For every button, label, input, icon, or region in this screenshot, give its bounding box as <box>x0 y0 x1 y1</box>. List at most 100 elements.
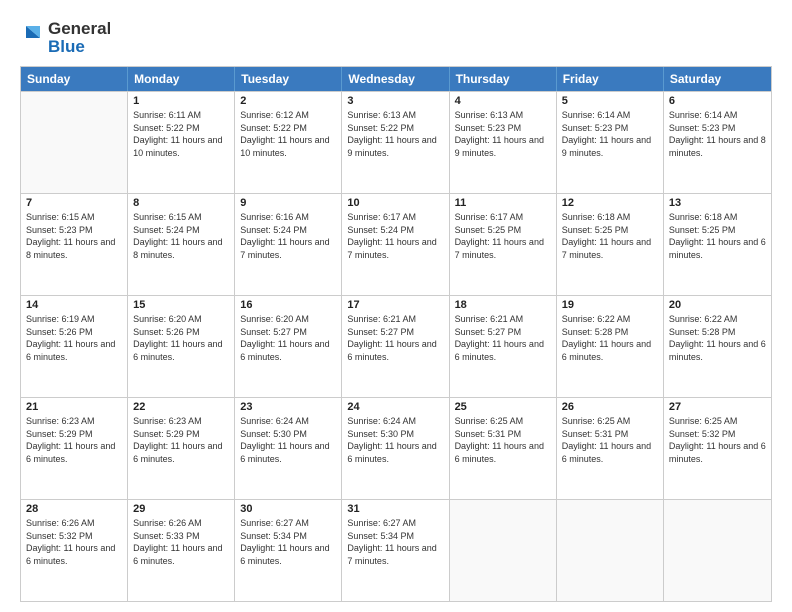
calendar-cell: 15 Sunrise: 6:20 AM Sunset: 5:26 PM Dayli… <box>128 296 235 397</box>
calendar-week: 21 Sunrise: 6:23 AM Sunset: 5:29 PM Dayli… <box>21 397 771 499</box>
calendar-cell: 2 Sunrise: 6:12 AM Sunset: 5:22 PM Daylig… <box>235 92 342 193</box>
calendar-cell: 24 Sunrise: 6:24 AM Sunset: 5:30 PM Dayli… <box>342 398 449 499</box>
calendar-cell: 4 Sunrise: 6:13 AM Sunset: 5:23 PM Daylig… <box>450 92 557 193</box>
calendar-cell: 20 Sunrise: 6:22 AM Sunset: 5:28 PM Dayli… <box>664 296 771 397</box>
cell-sun-info: Sunrise: 6:20 AM Sunset: 5:27 PM Dayligh… <box>240 313 336 363</box>
cell-day-number: 24 <box>347 401 443 413</box>
calendar-cell: 10 Sunrise: 6:17 AM Sunset: 5:24 PM Dayli… <box>342 194 449 295</box>
cell-day-number: 6 <box>669 95 766 107</box>
calendar-cell: 28 Sunrise: 6:26 AM Sunset: 5:32 PM Dayli… <box>21 500 128 601</box>
calendar-cell: 17 Sunrise: 6:21 AM Sunset: 5:27 PM Dayli… <box>342 296 449 397</box>
cell-sun-info: Sunrise: 6:13 AM Sunset: 5:22 PM Dayligh… <box>347 109 443 159</box>
cell-sun-info: Sunrise: 6:17 AM Sunset: 5:24 PM Dayligh… <box>347 211 443 261</box>
calendar-cell: 13 Sunrise: 6:18 AM Sunset: 5:25 PM Dayli… <box>664 194 771 295</box>
calendar-week: 28 Sunrise: 6:26 AM Sunset: 5:32 PM Dayli… <box>21 499 771 601</box>
logo: GeneralBlue <box>20 16 110 58</box>
calendar-cell <box>21 92 128 193</box>
cell-day-number: 2 <box>240 95 336 107</box>
calendar-cell: 26 Sunrise: 6:25 AM Sunset: 5:31 PM Dayli… <box>557 398 664 499</box>
cell-day-number: 19 <box>562 299 658 311</box>
cell-day-number: 9 <box>240 197 336 209</box>
cell-day-number: 26 <box>562 401 658 413</box>
cell-sun-info: Sunrise: 6:24 AM Sunset: 5:30 PM Dayligh… <box>240 415 336 465</box>
calendar-cell: 29 Sunrise: 6:26 AM Sunset: 5:33 PM Dayli… <box>128 500 235 601</box>
cell-day-number: 10 <box>347 197 443 209</box>
calendar-cell: 25 Sunrise: 6:25 AM Sunset: 5:31 PM Dayli… <box>450 398 557 499</box>
cell-day-number: 13 <box>669 197 766 209</box>
header-day: Thursday <box>450 67 557 91</box>
cell-day-number: 30 <box>240 503 336 515</box>
cell-day-number: 14 <box>26 299 122 311</box>
calendar-cell: 19 Sunrise: 6:22 AM Sunset: 5:28 PM Dayli… <box>557 296 664 397</box>
calendar-cell: 27 Sunrise: 6:25 AM Sunset: 5:32 PM Dayli… <box>664 398 771 499</box>
cell-sun-info: Sunrise: 6:14 AM Sunset: 5:23 PM Dayligh… <box>669 109 766 159</box>
logo-svg: GeneralBlue <box>20 16 110 58</box>
cell-day-number: 22 <box>133 401 229 413</box>
cell-day-number: 28 <box>26 503 122 515</box>
cell-day-number: 16 <box>240 299 336 311</box>
cell-day-number: 20 <box>669 299 766 311</box>
calendar-cell: 9Sunrise: 6:16 AM Sunset: 5:24 PM Daylig… <box>235 194 342 295</box>
calendar-cell: 5 Sunrise: 6:14 AM Sunset: 5:23 PM Daylig… <box>557 92 664 193</box>
cell-day-number: 17 <box>347 299 443 311</box>
cell-sun-info: Sunrise: 6:13 AM Sunset: 5:23 PM Dayligh… <box>455 109 551 159</box>
cell-sun-info: Sunrise: 6:22 AM Sunset: 5:28 PM Dayligh… <box>562 313 658 363</box>
cell-sun-info: Sunrise: 6:20 AM Sunset: 5:26 PM Dayligh… <box>133 313 229 363</box>
cell-sun-info: Sunrise: 6:11 AM Sunset: 5:22 PM Dayligh… <box>133 109 229 159</box>
cell-day-number: 21 <box>26 401 122 413</box>
cell-sun-info: Sunrise: 6:24 AM Sunset: 5:30 PM Dayligh… <box>347 415 443 465</box>
cell-sun-info: Sunrise: 6:25 AM Sunset: 5:32 PM Dayligh… <box>669 415 766 465</box>
svg-text:General: General <box>48 19 110 38</box>
cell-sun-info: Sunrise: 6:12 AM Sunset: 5:22 PM Dayligh… <box>240 109 336 159</box>
cell-sun-info: Sunrise: 6:21 AM Sunset: 5:27 PM Dayligh… <box>347 313 443 363</box>
calendar-cell <box>664 500 771 601</box>
calendar: SundayMondayTuesdayWednesdayThursdayFrid… <box>20 66 772 602</box>
cell-sun-info: Sunrise: 6:23 AM Sunset: 5:29 PM Dayligh… <box>133 415 229 465</box>
calendar-header: SundayMondayTuesdayWednesdayThursdayFrid… <box>21 67 771 91</box>
header: GeneralBlue <box>20 16 772 58</box>
calendar-cell: 7Sunrise: 6:15 AM Sunset: 5:23 PM Daylig… <box>21 194 128 295</box>
cell-day-number: 15 <box>133 299 229 311</box>
cell-day-number: 27 <box>669 401 766 413</box>
cell-day-number: 23 <box>240 401 336 413</box>
cell-day-number: 4 <box>455 95 551 107</box>
header-day: Sunday <box>21 67 128 91</box>
calendar-cell <box>450 500 557 601</box>
cell-day-number: 5 <box>562 95 658 107</box>
calendar-week: 7Sunrise: 6:15 AM Sunset: 5:23 PM Daylig… <box>21 193 771 295</box>
cell-sun-info: Sunrise: 6:25 AM Sunset: 5:31 PM Dayligh… <box>455 415 551 465</box>
calendar-cell: 23 Sunrise: 6:24 AM Sunset: 5:30 PM Dayli… <box>235 398 342 499</box>
header-day: Saturday <box>664 67 771 91</box>
calendar-cell: 14Sunrise: 6:19 AM Sunset: 5:26 PM Dayli… <box>21 296 128 397</box>
calendar-cell <box>557 500 664 601</box>
cell-sun-info: Sunrise: 6:25 AM Sunset: 5:31 PM Dayligh… <box>562 415 658 465</box>
calendar-cell: 30 Sunrise: 6:27 AM Sunset: 5:34 PM Dayli… <box>235 500 342 601</box>
cell-day-number: 18 <box>455 299 551 311</box>
svg-text:Blue: Blue <box>48 37 85 56</box>
header-day: Wednesday <box>342 67 449 91</box>
cell-sun-info: Sunrise: 6:26 AM Sunset: 5:33 PM Dayligh… <box>133 517 229 567</box>
cell-day-number: 12 <box>562 197 658 209</box>
calendar-cell: 22 Sunrise: 6:23 AM Sunset: 5:29 PM Dayli… <box>128 398 235 499</box>
cell-sun-info: Sunrise: 6:22 AM Sunset: 5:28 PM Dayligh… <box>669 313 766 363</box>
calendar-cell: 18Sunrise: 6:21 AM Sunset: 5:27 PM Dayli… <box>450 296 557 397</box>
cell-sun-info: Sunrise: 6:15 AM Sunset: 5:24 PM Dayligh… <box>133 211 229 261</box>
cell-day-number: 7 <box>26 197 122 209</box>
calendar-cell: 8Sunrise: 6:15 AM Sunset: 5:24 PM Daylig… <box>128 194 235 295</box>
cell-sun-info: Sunrise: 6:27 AM Sunset: 5:34 PM Dayligh… <box>347 517 443 567</box>
cell-day-number: 31 <box>347 503 443 515</box>
cell-sun-info: Sunrise: 6:18 AM Sunset: 5:25 PM Dayligh… <box>562 211 658 261</box>
cell-sun-info: Sunrise: 6:14 AM Sunset: 5:23 PM Dayligh… <box>562 109 658 159</box>
cell-day-number: 1 <box>133 95 229 107</box>
cell-day-number: 25 <box>455 401 551 413</box>
calendar-body: 1 Sunrise: 6:11 AM Sunset: 5:22 PM Daylig… <box>21 91 771 601</box>
calendar-cell: 16 Sunrise: 6:20 AM Sunset: 5:27 PM Dayli… <box>235 296 342 397</box>
cell-day-number: 11 <box>455 197 551 209</box>
calendar-cell: 3Sunrise: 6:13 AM Sunset: 5:22 PM Daylig… <box>342 92 449 193</box>
cell-sun-info: Sunrise: 6:27 AM Sunset: 5:34 PM Dayligh… <box>240 517 336 567</box>
cell-day-number: 29 <box>133 503 229 515</box>
calendar-cell: 21Sunrise: 6:23 AM Sunset: 5:29 PM Dayli… <box>21 398 128 499</box>
cell-sun-info: Sunrise: 6:18 AM Sunset: 5:25 PM Dayligh… <box>669 211 766 261</box>
header-day: Tuesday <box>235 67 342 91</box>
cell-sun-info: Sunrise: 6:26 AM Sunset: 5:32 PM Dayligh… <box>26 517 122 567</box>
